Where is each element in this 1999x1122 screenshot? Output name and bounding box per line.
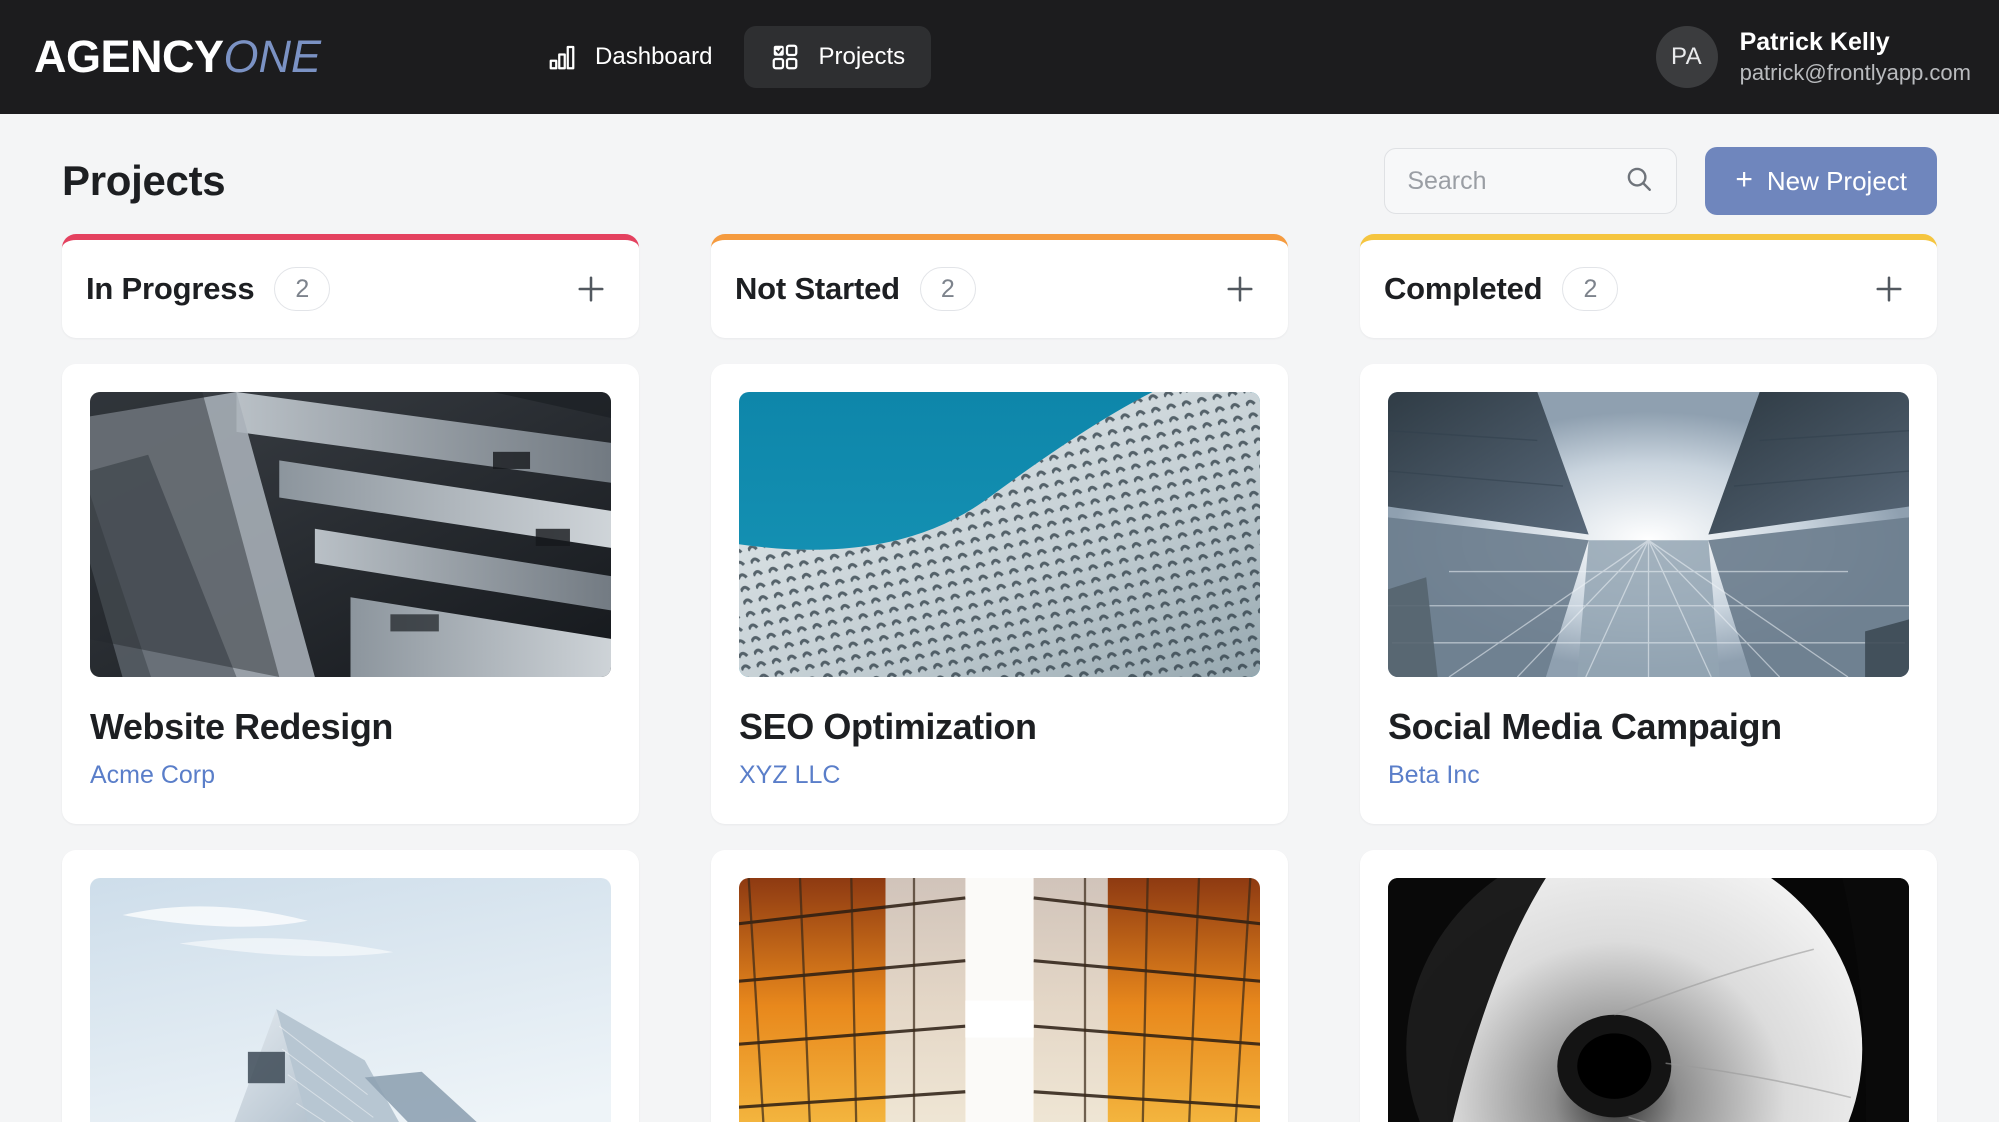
project-thumbnail [739, 392, 1260, 677]
project-thumbnail [1388, 392, 1909, 677]
column-header-not-started: Not Started 2 [711, 234, 1288, 338]
project-client[interactable]: Acme Corp [90, 761, 611, 790]
avatar: PA [1655, 26, 1718, 88]
user-email: patrick@frontlyapp.com [1739, 60, 1971, 86]
project-card[interactable] [1360, 849, 1937, 1122]
project-thumbnail [1388, 877, 1909, 1122]
top-navigation-bar: AGENCY ONE Dashboard Projects PA Patrick… [0, 0, 1999, 114]
bar-chart-icon [547, 42, 577, 72]
project-client[interactable]: XYZ LLC [739, 761, 1260, 790]
board-column-completed: Completed 2 Social Media Campaign Beta I… [1360, 234, 1937, 1122]
column-header-completed: Completed 2 [1360, 234, 1937, 338]
app-logo[interactable]: AGENCY ONE [34, 31, 321, 83]
new-project-button-label: New Project [1766, 165, 1907, 196]
projects-board: In Progress 2 Website Redesign Acme Corp… [62, 234, 1937, 1122]
project-client[interactable]: Beta Inc [1388, 761, 1909, 790]
project-card[interactable]: Social Media Campaign Beta Inc [1360, 364, 1937, 824]
nav-item-projects-label: Projects [818, 43, 906, 70]
search-icon[interactable] [1624, 164, 1654, 199]
page-header-tools: + New Project [1384, 147, 1937, 215]
column-count-badge: 2 [919, 267, 976, 311]
board-column-in-progress: In Progress 2 Website Redesign Acme Corp [62, 234, 639, 1122]
column-title: Not Started [735, 271, 900, 306]
project-thumbnail [90, 877, 611, 1122]
grid-check-icon [770, 42, 800, 72]
add-card-button-not-started[interactable] [1218, 267, 1262, 311]
nav-item-projects[interactable]: Projects [744, 26, 932, 88]
primary-nav: Dashboard Projects [521, 26, 932, 88]
add-card-button-in-progress[interactable] [569, 267, 613, 311]
project-thumbnail [739, 877, 1260, 1122]
nav-item-dashboard[interactable]: Dashboard [521, 26, 738, 88]
column-title: In Progress [86, 271, 255, 306]
nav-item-dashboard-label: Dashboard [595, 43, 713, 70]
column-title: Completed [1384, 271, 1543, 306]
project-card[interactable]: Website Redesign Acme Corp [62, 364, 639, 824]
new-project-button[interactable]: + New Project [1705, 147, 1937, 215]
project-card[interactable] [711, 849, 1288, 1122]
user-identity: Patrick Kelly patrick@frontlyapp.com [1740, 28, 1971, 85]
plus-icon: + [1735, 162, 1753, 196]
project-thumbnail [90, 392, 611, 677]
project-title: Social Media Campaign [1388, 706, 1782, 747]
user-name: Patrick Kelly [1739, 28, 1890, 57]
project-title: Website Redesign [90, 706, 394, 747]
search-box[interactable] [1384, 148, 1678, 214]
project-title: SEO Optimization [739, 706, 1037, 747]
page-body: Projects + New Project In Progr [0, 114, 1999, 1122]
logo-text-primary: AGENCY [34, 31, 224, 82]
column-cards-in-progress: Website Redesign Acme Corp [62, 364, 639, 1122]
project-card[interactable] [62, 849, 639, 1122]
column-count-badge: 2 [274, 267, 331, 311]
project-card[interactable]: SEO Optimization XYZ LLC [711, 364, 1288, 824]
page-title: Projects [62, 157, 226, 204]
search-input[interactable] [1407, 166, 1615, 196]
page-header: Projects + New Project [62, 114, 1937, 234]
column-cards-not-started: SEO Optimization XYZ LLC [711, 364, 1288, 1122]
column-count-badge: 2 [1562, 267, 1619, 311]
add-card-button-completed[interactable] [1867, 267, 1911, 311]
logo-text-secondary: ONE [223, 31, 322, 82]
board-column-not-started: Not Started 2 SEO Optimization XYZ LLC [711, 234, 1288, 1122]
column-cards-completed: Social Media Campaign Beta Inc [1360, 364, 1937, 1122]
column-header-in-progress: In Progress 2 [62, 234, 639, 338]
user-menu[interactable]: PA Patrick Kelly patrick@frontlyapp.com [1655, 26, 1971, 88]
